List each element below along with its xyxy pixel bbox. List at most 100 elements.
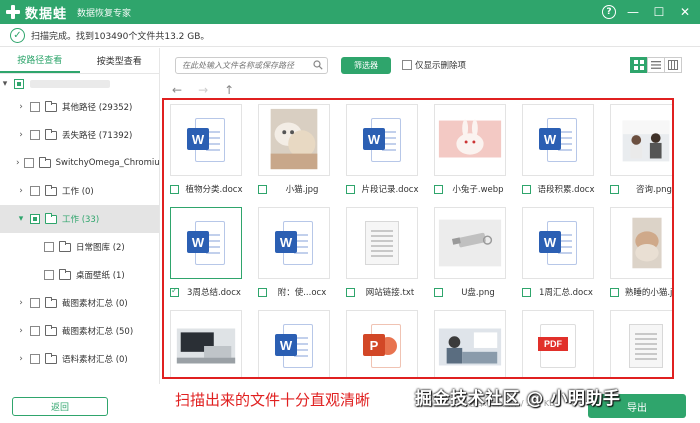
tree-checkbox[interactable] [30, 354, 40, 364]
back-arrow-icon[interactable]: ← [172, 83, 182, 97]
tree-checkbox[interactable] [30, 214, 40, 224]
file-item[interactable]: W 片段记录.docx [346, 104, 420, 203]
help-icon[interactable]: ? [602, 5, 616, 19]
tree-checkbox[interactable] [30, 186, 40, 196]
file-item[interactable]: W 植物分类.docx [170, 104, 244, 203]
file-checkbox[interactable] [434, 287, 443, 297]
file-checkbox[interactable] [610, 287, 619, 297]
file-item[interactable]: 咨询.png [610, 104, 672, 203]
tree-item-label: 桌面壁纸 (1) [76, 271, 125, 281]
tree-item[interactable]: › 其他路径 (29352) [0, 93, 159, 121]
root-checkbox[interactable] [14, 78, 24, 89]
file-thumbnail[interactable] [610, 310, 672, 377]
deleted-only-checkbox[interactable] [402, 60, 412, 70]
file-item[interactable]: W 3周总结.docx [170, 207, 244, 306]
file-thumbnail[interactable] [258, 104, 330, 176]
file-item[interactable]: 网站链接.txt [346, 207, 420, 306]
tree-item[interactable]: › 工作 (0) [0, 177, 159, 205]
tree-checkbox[interactable] [44, 270, 54, 280]
file-thumbnail[interactable]: W [258, 310, 330, 377]
file-thumbnail[interactable]: P [346, 310, 418, 377]
file-checkbox[interactable] [522, 184, 531, 194]
file-checkbox[interactable] [522, 287, 531, 297]
file-item[interactable] [434, 310, 508, 377]
chevron-right-icon[interactable]: › [16, 354, 26, 364]
file-checkbox[interactable] [258, 287, 267, 297]
chevron-right-icon[interactable]: › [16, 102, 26, 112]
file-thumbnail[interactable]: W [170, 207, 242, 279]
chevron-right-icon[interactable]: › [16, 158, 20, 168]
tree-item[interactable]: › 丢失路径 (71392) [0, 121, 159, 149]
file-item[interactable]: W 1周汇总.docx [522, 207, 596, 306]
tree-checkbox[interactable] [44, 242, 54, 252]
list-view-icon[interactable] [647, 57, 665, 73]
tree-checkbox[interactable] [30, 102, 40, 112]
tree-checkbox[interactable] [23, 158, 34, 168]
file-item[interactable]: PDF [522, 310, 596, 377]
file-item[interactable]: W 附：使...ocx [258, 207, 332, 306]
tree-checkbox[interactable] [30, 298, 40, 308]
file-item[interactable]: 熟睡的小猫.jpg [610, 207, 672, 306]
file-checkbox[interactable] [170, 184, 179, 194]
tree-item[interactable]: › SwitchyOmega_Chromium [0, 149, 159, 177]
file-item[interactable] [610, 310, 672, 377]
chevron-right-icon[interactable]: › [16, 130, 26, 140]
view-switcher [630, 57, 682, 73]
file-checkbox[interactable] [258, 184, 267, 194]
file-thumbnail[interactable]: W [258, 207, 330, 279]
file-thumbnail[interactable]: W [346, 104, 418, 176]
detail-view-icon[interactable] [664, 57, 682, 73]
file-item[interactable] [170, 310, 244, 377]
forward-arrow-icon[interactable]: → [198, 83, 208, 97]
file-thumbnail[interactable] [170, 310, 242, 377]
chevron-down-icon[interactable]: ▾ [0, 79, 10, 89]
search-icon[interactable] [313, 60, 323, 70]
file-checkbox[interactable] [610, 184, 619, 194]
tree-subitem[interactable]: 日常图库 (2) [0, 233, 159, 261]
chevron-right-icon[interactable]: › [16, 298, 26, 308]
file-checkbox[interactable] [346, 184, 355, 194]
file-item[interactable]: U盘.png [434, 207, 508, 306]
grid-view-icon[interactable] [630, 57, 648, 73]
file-checkbox[interactable] [346, 287, 355, 297]
tree-item-selected[interactable]: ▾ 工作 (33) [0, 205, 159, 233]
file-thumbnail[interactable] [434, 207, 506, 279]
file-item[interactable]: 小猫.jpg [258, 104, 332, 203]
file-thumbnail[interactable] [434, 104, 506, 176]
file-item[interactable]: W 语段积累.docx [522, 104, 596, 203]
tree-checkbox[interactable] [30, 130, 40, 140]
tree-item[interactable]: › 截图素材汇总 (50) [0, 317, 159, 345]
chevron-down-icon[interactable]: ▾ [16, 214, 26, 224]
file-thumbnail[interactable] [610, 207, 672, 279]
close-icon[interactable]: ✕ [676, 3, 694, 21]
tree-item[interactable]: › 语料素材汇总 (0) [0, 345, 159, 373]
file-item[interactable]: P [346, 310, 420, 377]
chevron-right-icon[interactable]: › [16, 186, 26, 196]
minimize-icon[interactable]: — [624, 3, 642, 21]
file-thumbnail[interactable] [346, 207, 418, 279]
up-arrow-icon[interactable]: ↑ [224, 83, 234, 97]
file-thumbnail[interactable]: W [522, 207, 594, 279]
file-checkbox[interactable] [434, 184, 443, 194]
file-thumbnail[interactable] [610, 104, 672, 176]
tab-by-path[interactable]: 按路径查看 [0, 48, 80, 73]
meeting-photo-thumbnail [438, 328, 502, 366]
word-doc-icon: W [187, 221, 225, 265]
tree-checkbox[interactable] [30, 326, 40, 336]
maximize-icon[interactable]: ☐ [650, 3, 668, 21]
tree-subitem[interactable]: 桌面壁纸 (1) [0, 261, 159, 289]
tree-root-row[interactable]: ▾ [0, 74, 159, 93]
file-checkbox[interactable] [170, 286, 179, 297]
file-item[interactable]: 小兔子.webp [434, 104, 508, 203]
tree-item[interactable]: › 截图素材汇总 (0) [0, 289, 159, 317]
file-thumbnail[interactable] [434, 310, 506, 377]
filter-button[interactable]: 筛选器 [341, 57, 391, 74]
tab-by-type[interactable]: 按类型查看 [80, 48, 160, 73]
file-item[interactable]: W [258, 310, 332, 377]
chevron-right-icon[interactable]: › [16, 326, 26, 336]
file-thumbnail[interactable]: PDF [522, 310, 594, 377]
back-button[interactable]: 返回 [12, 397, 108, 416]
file-thumbnail[interactable]: W [522, 104, 594, 176]
file-thumbnail[interactable]: W [170, 104, 242, 176]
search-input[interactable] [175, 57, 328, 74]
